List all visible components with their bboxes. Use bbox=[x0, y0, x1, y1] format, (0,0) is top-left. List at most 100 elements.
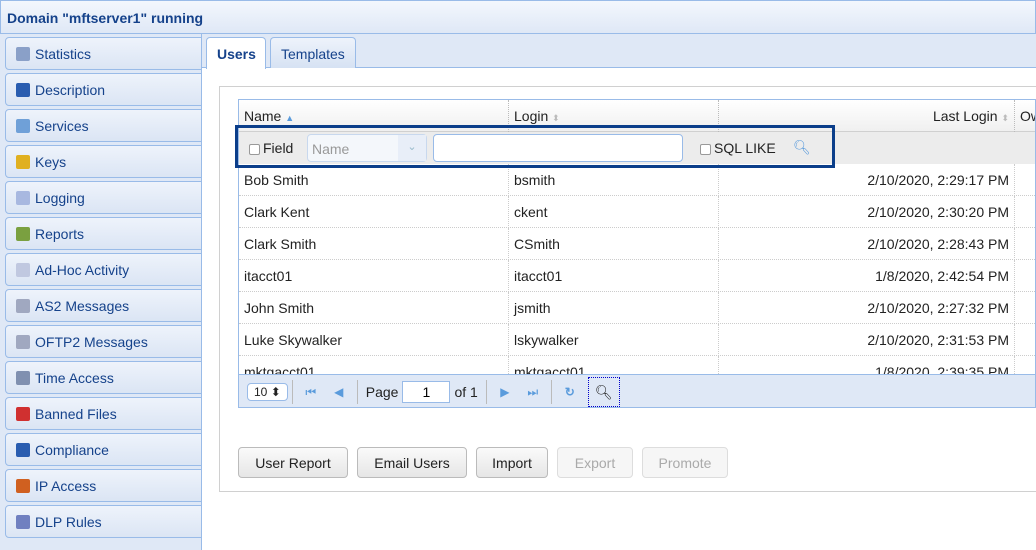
table-cell: itacct01 bbox=[509, 260, 719, 292]
sidebar-item-oftp2-messages[interactable]: OFTP2 Messages bbox=[5, 325, 201, 358]
tab-templates[interactable]: Templates bbox=[270, 37, 356, 68]
divider bbox=[356, 380, 358, 404]
table-row[interactable]: Bob Smith bsmith 2/10/2020, 2:29:17 PM bbox=[239, 164, 1035, 196]
sidebar-item-label: DLP Rules bbox=[35, 513, 102, 530]
column-label: Last Login bbox=[932, 108, 998, 124]
sidebar-item-label: Time Access bbox=[35, 369, 114, 386]
table-cell bbox=[1015, 164, 1035, 196]
page-input[interactable] bbox=[402, 381, 451, 403]
filter-highlight bbox=[235, 125, 835, 168]
table-cell: Luke Skywalker bbox=[239, 324, 509, 356]
table-cell: bsmith bbox=[509, 164, 719, 196]
export-button[interactable]: Export bbox=[557, 447, 633, 478]
table-cell: 2/10/2020, 2:29:17 PM bbox=[719, 164, 1015, 196]
refresh-icon[interactable]: ↻ bbox=[556, 385, 584, 399]
messages-icon bbox=[16, 298, 30, 313]
compliance-icon bbox=[16, 442, 30, 457]
sidebar-item-label: OFTP2 Messages bbox=[35, 333, 148, 350]
divider bbox=[291, 380, 293, 404]
pager: 10 ⬍ ⏮ ◀ Page of 1 ▶ ⏭ ↻ 🔍︎ bbox=[239, 374, 1035, 407]
sidebar-item-label: IP Access bbox=[35, 477, 97, 494]
sidebar-item-dlp-rules[interactable]: DLP Rules bbox=[5, 505, 201, 538]
window-title: Domain "mftserver1" running bbox=[0, 0, 1036, 34]
sidebar-item-label: Ad-Hoc Activity bbox=[35, 261, 130, 278]
sidebar-item-as2-messages[interactable]: AS2 Messages bbox=[5, 289, 201, 322]
envelope-icon bbox=[16, 262, 30, 277]
table-cell: CSmith bbox=[509, 228, 719, 260]
user-report-button[interactable]: User Report bbox=[238, 447, 348, 478]
table-row[interactable]: Clark Kent ckent 2/10/2020, 2:30:20 PM bbox=[239, 196, 1035, 228]
banned-icon bbox=[16, 406, 30, 421]
sort-asc-icon: ▲ bbox=[285, 113, 295, 123]
table-cell: ckent bbox=[509, 196, 719, 228]
first-page-icon[interactable]: ⏮ bbox=[297, 385, 325, 400]
sidebar-item-services[interactable]: Services bbox=[5, 109, 201, 142]
table-cell: 2/10/2020, 2:30:20 PM bbox=[719, 196, 1015, 228]
key-icon bbox=[16, 154, 30, 169]
page-label: Page bbox=[365, 384, 399, 400]
table-cell: Bob Smith bbox=[239, 164, 509, 196]
table-cell bbox=[1015, 324, 1035, 356]
statistics-icon bbox=[16, 46, 30, 61]
table-cell bbox=[1015, 260, 1035, 292]
sidebar-item-ip-access[interactable]: IP Access bbox=[5, 469, 201, 502]
table-cell bbox=[1015, 292, 1035, 324]
firewall-icon bbox=[16, 478, 30, 493]
table-row[interactable]: John Smith jsmith 2/10/2020, 2:27:32 PM bbox=[239, 292, 1035, 324]
sidebar-item-description[interactable]: Description bbox=[5, 73, 201, 106]
page-size-value: 10 bbox=[254, 385, 268, 399]
sidebar-item-compliance[interactable]: Compliance bbox=[5, 433, 201, 466]
logging-icon bbox=[16, 190, 30, 205]
divider bbox=[485, 380, 487, 404]
tab-strip: Users Templates bbox=[202, 34, 1036, 69]
table-cell: lskywalker bbox=[509, 324, 719, 356]
sidebar-item-label: Keys bbox=[35, 153, 67, 170]
user-icon bbox=[16, 82, 30, 97]
sidebar-item-keys[interactable]: Keys bbox=[5, 145, 201, 178]
table-cell: 2/10/2020, 2:31:53 PM bbox=[719, 324, 1015, 356]
email-users-button[interactable]: Email Users bbox=[357, 447, 467, 478]
import-button[interactable]: Import bbox=[476, 447, 548, 478]
clock-icon bbox=[16, 370, 30, 385]
sidebar-item-time-access[interactable]: Time Access bbox=[5, 361, 201, 394]
table-cell bbox=[1015, 228, 1035, 260]
divider bbox=[550, 380, 552, 404]
promote-button[interactable]: Promote bbox=[642, 447, 728, 478]
sidebar-item-label: Description bbox=[35, 81, 106, 98]
sidebar-item-banned-files[interactable]: Banned Files bbox=[5, 397, 201, 430]
prev-page-icon[interactable]: ◀ bbox=[325, 385, 353, 399]
table-cell bbox=[1015, 196, 1035, 228]
table-cell: Clark Smith bbox=[239, 228, 509, 260]
sidebar-item-label: Logging bbox=[35, 189, 85, 206]
column-label: Login bbox=[514, 108, 549, 124]
messages-icon bbox=[16, 334, 30, 349]
table-cell: itacct01 bbox=[239, 260, 509, 292]
search-toggle-icon[interactable]: 🔍︎ bbox=[587, 377, 620, 407]
sidebar-item-label: AS2 Messages bbox=[35, 297, 130, 314]
table-cell: 1/8/2020, 2:42:54 PM bbox=[719, 260, 1015, 292]
column-label: Name bbox=[244, 108, 282, 124]
table-cell: John Smith bbox=[239, 292, 509, 324]
sort-icon: ⬍ bbox=[1001, 113, 1009, 123]
sidebar-item-reports[interactable]: Reports bbox=[5, 217, 201, 250]
sidebar-item-ad-hoc-activity[interactable]: Ad-Hoc Activity bbox=[5, 253, 201, 286]
sidebar-item-label: Statistics bbox=[35, 45, 92, 62]
sidebar-item-statistics[interactable]: Statistics bbox=[5, 37, 201, 70]
last-page-icon[interactable]: ⏭ bbox=[519, 385, 547, 400]
chart-icon bbox=[16, 226, 30, 241]
sidebar-item-label: Services bbox=[35, 117, 89, 134]
table-row[interactable]: itacct01 itacct01 1/8/2020, 2:42:54 PM bbox=[239, 260, 1035, 292]
sidebar-item-label: Banned Files bbox=[35, 405, 117, 422]
tab-users[interactable]: Users bbox=[206, 37, 266, 69]
next-page-icon[interactable]: ▶ bbox=[491, 385, 519, 399]
table-cell: 2/10/2020, 2:27:32 PM bbox=[719, 292, 1015, 324]
sidebar-item-label: Reports bbox=[35, 225, 85, 242]
table-row[interactable]: Luke Skywalker lskywalker 2/10/2020, 2:31:… bbox=[239, 324, 1035, 356]
sidebar: Statistics Description Services Keys Logging… bbox=[0, 34, 202, 550]
table-row[interactable]: Clark Smith CSmith 2/10/2020, 2:28:43 PM bbox=[239, 228, 1035, 260]
page-size-select[interactable]: 10 ⬍ bbox=[247, 383, 288, 401]
table-cell: jsmith bbox=[509, 292, 719, 324]
sidebar-item-logging[interactable]: Logging bbox=[5, 181, 201, 214]
services-icon bbox=[16, 118, 30, 133]
column-header-owner[interactable]: Ow bbox=[1015, 100, 1035, 132]
